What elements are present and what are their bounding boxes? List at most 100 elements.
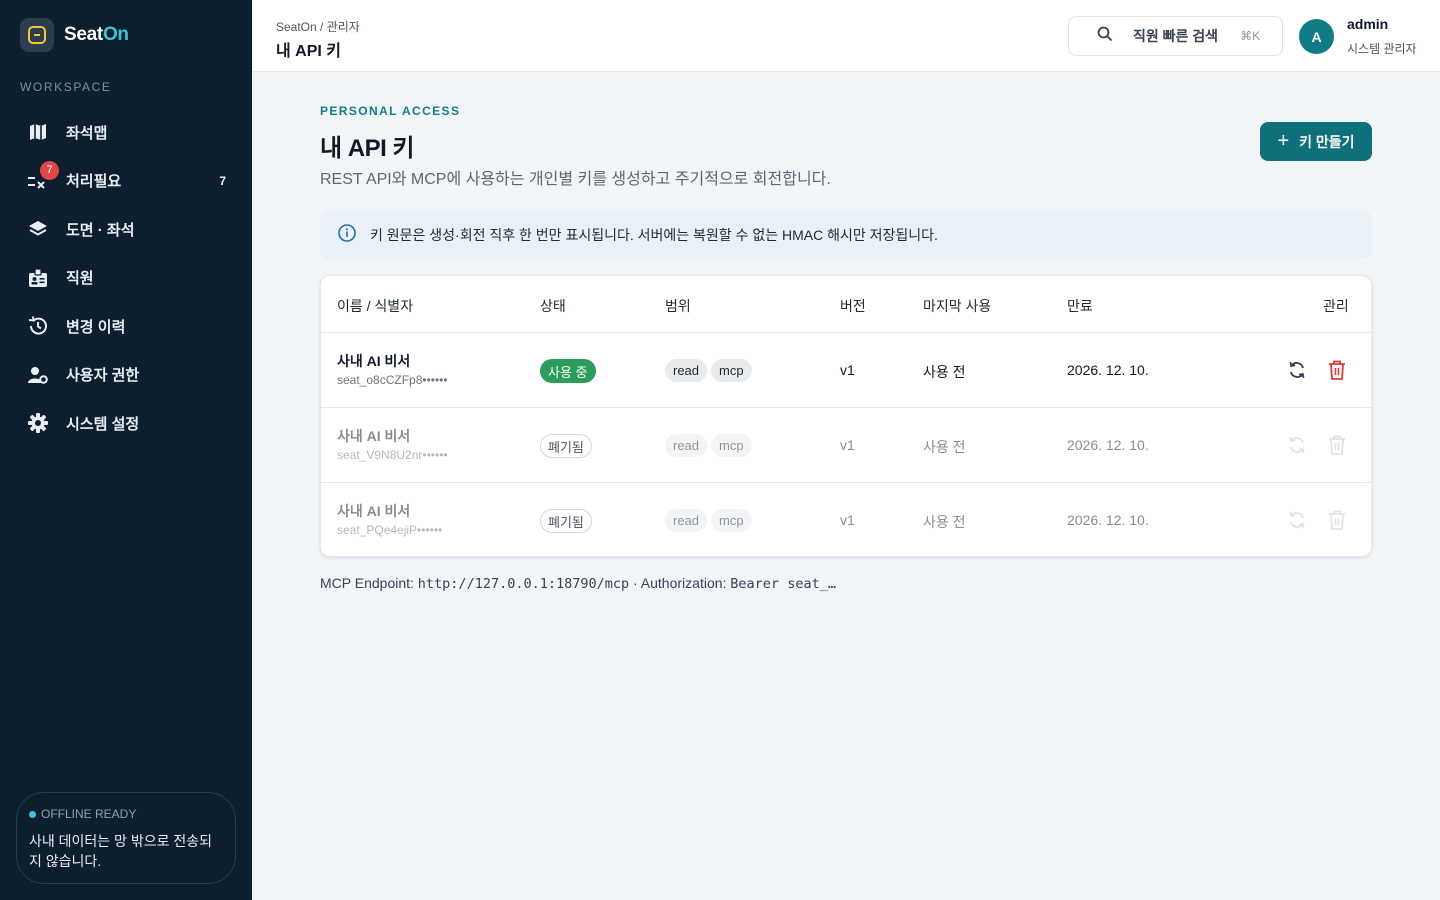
scope-chip: read (665, 359, 708, 382)
search-shortcut: ⌘K (1240, 29, 1261, 43)
user-gear-icon (26, 363, 50, 387)
key-last-used: 사용 전 (923, 364, 966, 380)
sidebar-item-label: 변경 이력 (66, 318, 126, 336)
id-badge-icon (26, 266, 50, 290)
key-last-used: 사용 전 (923, 514, 966, 530)
layers-icon (26, 217, 50, 241)
key-expires: 2026. 12. 10. (1067, 512, 1149, 528)
delete-key-button (1325, 508, 1349, 532)
brand-logo-icon (20, 18, 54, 52)
column-header-actions: 관리 (1323, 298, 1349, 314)
scope-chip: mcp (711, 359, 752, 382)
sidebar-item-label: 좌석맵 (66, 124, 108, 142)
status-badge: 사용 중 (540, 359, 596, 383)
sidebar-item-history[interactable]: 변경 이력 (16, 302, 236, 351)
history-icon (26, 314, 50, 338)
delete-key-button (1325, 433, 1349, 457)
endpoint-url[interactable]: http://127.0.0.1:18790/mcp (418, 576, 629, 592)
table-row: 사내 AI 비서 seat_PQe4ejiP•••••• 폐기됨 read mc… (321, 483, 1371, 556)
key-expires: 2026. 12. 10. (1067, 362, 1149, 378)
column-header-scope: 범위 (665, 298, 691, 314)
sidebar-item-label: 직원 (66, 270, 94, 288)
scope-chip: mcp (711, 434, 752, 457)
table-row: 사내 AI 비서 seat_V9N8U2nr•••••• 폐기됨 read mc… (321, 408, 1371, 483)
trash-icon (1329, 435, 1345, 455)
info-notice: 키 원문은 생성·회전 직후 한 번만 표시됩니다. 서버에는 복원할 수 없는… (320, 211, 1372, 259)
api-keys-table: 이름 / 식별자 상태 범위 버전 마지막 사용 만료 관리 사내 AI 비서 … (320, 275, 1372, 557)
notice-text: 키 원문은 생성·회전 직후 한 번만 표시됩니다. 서버에는 복원할 수 없는… (370, 227, 938, 243)
sidebar-item-label: 도면 · 좌석 (66, 221, 135, 239)
endpoint-label: MCP Endpoint: (320, 575, 414, 591)
info-icon (338, 223, 356, 247)
sidebar-item-system-settings[interactable]: 시스템 설정 (16, 399, 236, 448)
table-header: 이름 / 식별자 상태 범위 버전 마지막 사용 만료 관리 (321, 276, 1371, 333)
brand[interactable]: SeatOn (20, 18, 129, 52)
sidebar: SeatOn WORKSPACE 좌석맵 7 처리필요 7 도면 · 좌석 직원… (0, 0, 252, 900)
breadcrumb: SeatOn / 관리자 (276, 20, 360, 34)
scope-chip: read (665, 509, 708, 532)
auth-value: Bearer seat_… (730, 576, 836, 592)
key-version: v1 (840, 512, 855, 528)
sidebar-item-label: 사용자 권한 (66, 367, 140, 385)
user-name: admin (1347, 16, 1389, 32)
rotate-key-button (1285, 508, 1309, 532)
offline-title: OFFLINE READY (29, 807, 223, 821)
auth-label: · Authorization: (633, 575, 727, 591)
rotate-icon (1289, 511, 1305, 529)
key-name: 사내 AI 비서 (337, 503, 411, 519)
scope-chip: read (665, 434, 708, 457)
rotate-key-button (1285, 433, 1309, 457)
column-header-status: 상태 (540, 298, 566, 314)
create-key-button[interactable]: + 키 만들기 (1260, 122, 1372, 161)
delete-key-button[interactable] (1325, 358, 1349, 382)
page-description: REST API와 MCP에 사용하는 개인별 키를 생성하고 주기적으로 회전… (320, 171, 831, 188)
column-header-version: 버전 (840, 298, 866, 314)
sidebar-item-label: 처리필요 (66, 173, 122, 191)
scope-chip: mcp (711, 509, 752, 532)
sidebar-item-seat-map[interactable]: 좌석맵 (16, 108, 236, 157)
sidebar-item-user-permissions[interactable]: 사용자 권한 (16, 351, 236, 400)
needs-action-badge: 7 (40, 160, 59, 180)
brand-name: SeatOn (64, 24, 129, 45)
workspace-label: WORKSPACE (20, 80, 112, 94)
offline-text: 사내 데이터는 망 밖으로 전송되지 않습니다. (29, 833, 212, 869)
sidebar-item-needs-action[interactable]: 7 처리필요 7 (16, 157, 236, 206)
status-dot-icon (29, 810, 36, 818)
trash-icon (1329, 360, 1345, 380)
top-bar: SeatOn / 관리자 내 API 키 직원 빠른 검색 ⌘K A admin… (252, 0, 1440, 72)
status-badge: 폐기됨 (540, 509, 592, 533)
key-expires: 2026. 12. 10. (1067, 437, 1149, 453)
mcp-endpoint-info: MCP Endpoint: http://127.0.0.1:18790/mcp… (320, 575, 836, 592)
key-identifier: seat_V9N8U2nr•••••• (337, 448, 448, 462)
key-name: 사내 AI 비서 (337, 428, 411, 444)
table-row: 사내 AI 비서 seat_o8cCZFp8•••••• 사용 중 read m… (321, 333, 1371, 408)
rotate-icon (1289, 361, 1305, 379)
page-title: 내 API 키 (320, 135, 415, 162)
sidebar-nav: 좌석맵 7 처리필요 7 도면 · 좌석 직원 변경 이력 사용자 권한 시스템… (16, 108, 236, 448)
column-header-expires: 만료 (1067, 298, 1093, 314)
key-identifier: seat_o8cCZFp8•••••• (337, 373, 448, 387)
key-identifier: seat_PQe4ejiP•••••• (337, 523, 443, 537)
header-title: 내 API 키 (276, 43, 342, 60)
key-name: 사내 AI 비서 (337, 353, 411, 369)
trash-icon (1329, 510, 1345, 530)
key-last-used: 사용 전 (923, 439, 966, 455)
create-key-label: 키 만들기 (1299, 133, 1355, 150)
needs-action-count: 7 (219, 173, 226, 188)
search-label: 직원 빠른 검색 (1133, 28, 1219, 44)
user-role: 시스템 관리자 (1347, 42, 1417, 56)
rotate-icon (1289, 436, 1305, 454)
rotate-key-button[interactable] (1285, 358, 1309, 382)
sidebar-item-label: 시스템 설정 (66, 415, 140, 433)
offline-ready-card: OFFLINE READY 사내 데이터는 망 밖으로 전송되지 않습니다. (16, 792, 236, 884)
sidebar-item-employees[interactable]: 직원 (16, 254, 236, 303)
sidebar-item-floorplan[interactable]: 도면 · 좌석 (16, 205, 236, 254)
plus-icon: + (1277, 129, 1290, 152)
avatar[interactable]: A (1299, 19, 1334, 54)
column-header-name: 이름 / 식별자 (337, 298, 414, 314)
key-version: v1 (840, 362, 855, 378)
employee-quick-search[interactable]: 직원 빠른 검색 ⌘K (1068, 16, 1283, 56)
tasks-icon: 7 (26, 160, 59, 193)
section-eyebrow: PERSONAL ACCESS (320, 104, 461, 118)
search-icon (1097, 26, 1113, 47)
